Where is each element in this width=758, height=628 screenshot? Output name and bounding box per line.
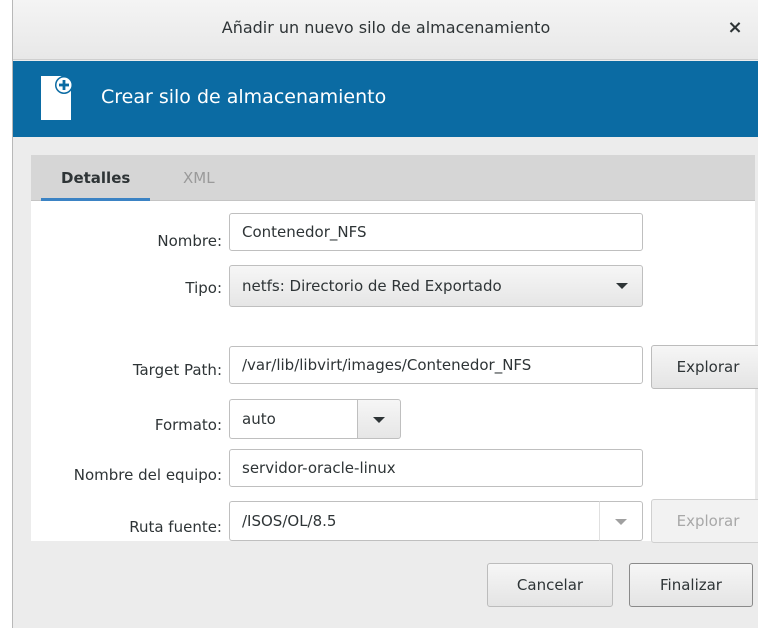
equipo-label: Nombre del equipo: (73, 466, 222, 484)
nombre-label: Nombre: (157, 232, 222, 250)
tab-bar: Detalles XML (31, 155, 755, 201)
equipo-input[interactable]: servidor-oracle-linux (229, 449, 643, 487)
finish-button[interactable]: Finalizar (629, 563, 753, 607)
title-bar[interactable]: Añadir un nuevo silo de almacenamiento × (13, 0, 758, 60)
formato-dropdown-button[interactable] (357, 399, 401, 439)
close-icon[interactable]: × (725, 17, 745, 39)
details-panel: Nombre: Contenedor_NFS Tipo: netfs: Dire… (31, 201, 758, 543)
ruta-fuente-browse-button[interactable]: Explorar (651, 499, 758, 543)
new-document-plus-icon (41, 76, 73, 120)
tipo-select-value: netfs: Directorio de Red Exportado (242, 277, 502, 295)
header-banner: Crear silo de almacenamiento (13, 61, 758, 137)
chevron-down-icon (615, 519, 627, 525)
chevron-down-icon (616, 283, 628, 289)
tipo-select[interactable]: netfs: Directorio de Red Exportado (229, 265, 643, 307)
chevron-down-icon (373, 417, 385, 423)
tab-xml[interactable]: XML (163, 155, 235, 201)
window-title: Añadir un nuevo silo de almacenamiento (221, 18, 551, 37)
nombre-input[interactable]: Contenedor_NFS (229, 213, 643, 251)
target-path-label: Target Path: (132, 361, 222, 379)
dialog-window: Añadir un nuevo silo de almacenamiento ×… (12, 0, 758, 628)
formato-input[interactable]: auto (229, 399, 357, 439)
ruta-fuente-input[interactable]: /ISOS/OL/8.5 (229, 501, 599, 541)
target-path-input[interactable]: /var/lib/libvirt/images/Contenedor_NFS (229, 346, 643, 384)
banner-heading: Crear silo de almacenamiento (101, 86, 387, 108)
ruta-fuente-dropdown-button[interactable] (599, 501, 643, 541)
ruta-fuente-label: Ruta fuente: (129, 518, 222, 536)
formato-label: Formato: (154, 416, 222, 434)
target-path-browse-button[interactable]: Explorar (651, 345, 758, 389)
cancel-button[interactable]: Cancelar (487, 563, 613, 607)
tipo-label: Tipo: (185, 279, 222, 297)
tab-detalles[interactable]: Detalles (41, 155, 151, 201)
